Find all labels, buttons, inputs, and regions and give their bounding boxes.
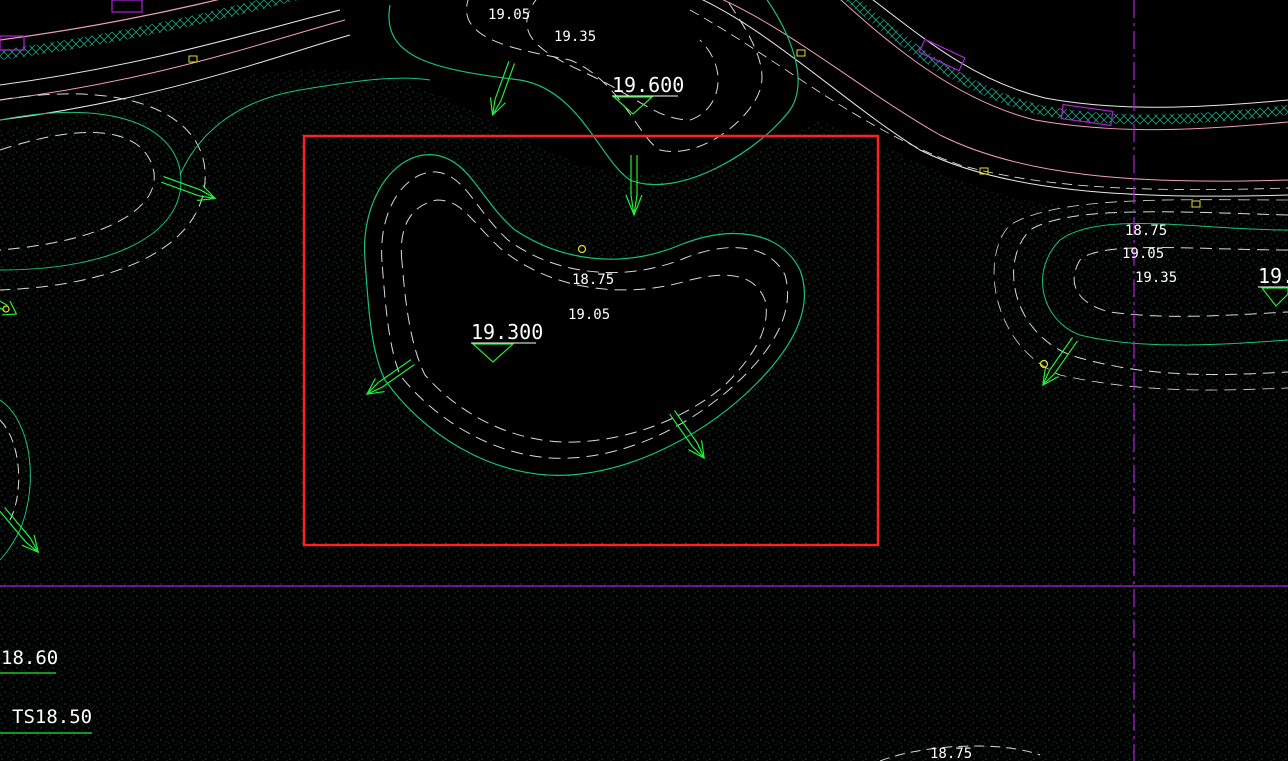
contour-label: 19.35	[554, 29, 596, 45]
contour-label: 18.75	[1125, 223, 1167, 239]
contour-label: 19.35	[1135, 270, 1177, 286]
contour-label: 19.05	[488, 7, 530, 23]
elevation-mark-top[interactable]: 19.600	[612, 73, 684, 115]
contour-label: 19.05	[568, 307, 610, 323]
cad-drawing-canvas[interactable]: 19.600 19.300 19. 19.05 19.35 18.75 19.0…	[0, 0, 1288, 761]
contour-label: 18.75	[572, 272, 614, 288]
contour-label: 18.75	[930, 746, 972, 761]
arrow-icon	[489, 61, 516, 117]
svg-text:TS18.50: TS18.50	[12, 706, 92, 728]
svg-text:19.: 19.	[1258, 264, 1288, 288]
svg-text:19.300: 19.300	[471, 320, 543, 344]
svg-text:18.60: 18.60	[1, 647, 58, 669]
svg-text:19.600: 19.600	[612, 73, 684, 97]
contour-label: 19.05	[1122, 246, 1164, 262]
